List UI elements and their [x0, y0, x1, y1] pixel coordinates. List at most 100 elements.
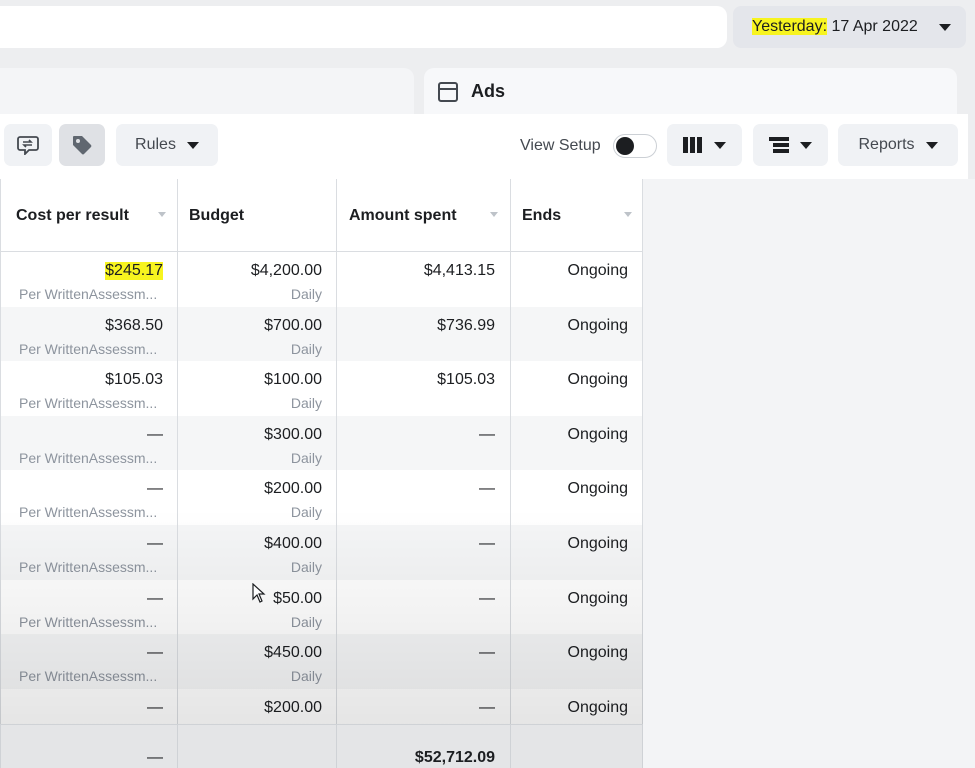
- tab-campaigns[interactable]: [0, 68, 414, 115]
- amount-spent-cell: —: [337, 524, 511, 580]
- cost-per-result-cell: — Per WrittenAssessm...: [0, 634, 178, 689]
- ends-value: Ongoing: [567, 262, 629, 279]
- amount-spent-cell: $4,413.15: [337, 252, 511, 307]
- column-header-label: Budget: [189, 207, 245, 224]
- date-value: 17 Apr 2022: [827, 18, 918, 35]
- amount-spent-cell: —: [337, 579, 511, 635]
- table-row[interactable]: $105.03 Per WrittenAssessm... $100.00 Dail…: [0, 361, 643, 416]
- total-amount-spent-cell: $52,712.09: [337, 725, 511, 768]
- budget-type-label: Daily: [290, 558, 322, 575]
- amount-spent-value: $4,413.15: [423, 262, 495, 279]
- cost-per-result-cell: $368.50 Per WrittenAssessm...: [0, 306, 178, 362]
- ends-value: Ongoing: [567, 371, 629, 389]
- cost-per-result-cell: $245.17 Per WrittenAssessm...: [0, 252, 178, 307]
- budget-cell: $200.00 Daily: [178, 470, 337, 525]
- budget-type-label: Daily: [290, 668, 322, 685]
- cost-per-result-cell: — Per WrittenAssessm...: [0, 470, 178, 525]
- table-row[interactable]: — Per WrittenAssessm... $300.00 Daily — On…: [0, 415, 643, 471]
- amount-spent-cell: —: [337, 415, 511, 471]
- budget-value: $100.00: [264, 371, 322, 389]
- rules-button-label: Rules: [135, 136, 176, 153]
- budget-type-label: Daily: [290, 449, 322, 466]
- budget-type-label: Daily: [290, 395, 322, 412]
- amount-spent-value: $105.03: [437, 371, 495, 389]
- ends-cell: Ongoing: [511, 470, 643, 525]
- ends-value: Ongoing: [567, 644, 629, 662]
- reports-button[interactable]: Reports: [838, 124, 958, 166]
- ab-test-button[interactable]: [4, 124, 52, 166]
- ends-cell: Ongoing: [511, 524, 643, 580]
- result-type-label: Per WrittenAssessm...: [19, 340, 158, 357]
- ends-value: Ongoing: [567, 425, 629, 443]
- tags-button[interactable]: [59, 124, 105, 166]
- budget-cell: $300.00 Daily: [178, 415, 337, 471]
- ends-value: Ongoing: [567, 698, 629, 716]
- tab-ads[interactable]: Ads: [424, 68, 957, 115]
- column-header-budget[interactable]: Budget: [178, 179, 337, 251]
- table-row[interactable]: $245.17 Per WrittenAssessm... $4,200.00 Da…: [0, 252, 643, 307]
- amount-spent-value: $736.99: [437, 316, 495, 334]
- amount-spent-value: —: [479, 480, 495, 498]
- budget-value: $450.00: [264, 644, 322, 662]
- table-row[interactable]: $368.50 Per WrittenAssessm... $700.00 Dail…: [0, 306, 643, 362]
- breakdown-button[interactable]: [753, 124, 828, 166]
- ends-cell: Ongoing: [511, 634, 643, 689]
- budget-cell: $700.00 Daily: [178, 306, 337, 362]
- ends-cell: Ongoing: [511, 252, 643, 307]
- view-setup-label: View Setup: [520, 137, 601, 154]
- date-range-picker[interactable]: Yesterday: 17 Apr 2022: [733, 6, 966, 48]
- cost-per-result-value: —: [147, 698, 163, 716]
- amount-spent-cell: —: [337, 470, 511, 525]
- column-header-ends[interactable]: Ends: [511, 179, 643, 251]
- chevron-down-icon: [714, 141, 726, 149]
- budget-cell: $450.00 Daily: [178, 634, 337, 689]
- budget-value: $200.00: [264, 698, 322, 716]
- sort-icon: [624, 212, 632, 217]
- budget-value: $400.00: [264, 534, 322, 552]
- result-type-label: Per WrittenAssessm...: [19, 449, 158, 466]
- table-row[interactable]: — Per WrittenAssessm... $450.00 Daily — On…: [0, 634, 643, 689]
- ad-window-icon: [438, 81, 458, 102]
- ends-value: Ongoing: [567, 316, 629, 334]
- cost-per-result-cell: — Per WrittenAssessm...: [0, 524, 178, 580]
- total-budget-cell: [178, 725, 337, 768]
- result-type-label: Per WrittenAssessm...: [19, 668, 158, 685]
- date-range-label: Yesterday: 17 Apr 2022: [752, 18, 918, 36]
- toggle-knob: [616, 137, 634, 155]
- chevron-down-icon: [939, 24, 951, 31]
- table-row[interactable]: — Per WrittenAssessm... $50.00 Daily — Ong…: [0, 579, 643, 635]
- ab-test-icon: [17, 136, 39, 155]
- columns-button[interactable]: [667, 124, 742, 166]
- amount-spent-value: —: [479, 698, 495, 716]
- amount-spent-value: —: [479, 534, 495, 552]
- table-header: Cost per result Budget Amount spent Ends: [0, 179, 643, 252]
- result-type-label: Per WrittenAssessm...: [19, 504, 158, 521]
- view-setup-toggle[interactable]: [613, 134, 657, 158]
- amount-spent-value: —: [479, 644, 495, 662]
- sort-icon: [490, 212, 498, 217]
- budget-type-label: Daily: [290, 340, 322, 357]
- rules-button[interactable]: Rules: [116, 124, 218, 166]
- column-header-amount-spent[interactable]: Amount spent: [337, 179, 511, 251]
- ends-cell: Ongoing: [511, 361, 643, 416]
- total-cost-per-result-cell: —: [0, 725, 178, 768]
- total-amount-spent-value: $52,712.09: [414, 749, 495, 766]
- cost-per-result-value: —: [147, 480, 163, 498]
- budget-cell: $100.00 Daily: [178, 361, 337, 416]
- reports-button-label: Reports: [858, 136, 915, 153]
- result-type-label: Per WrittenAssessm...: [19, 613, 158, 630]
- cost-per-result-value: $105.03: [105, 371, 163, 389]
- search-bar[interactable]: [0, 6, 727, 48]
- total-ends-cell: [511, 725, 643, 768]
- table-totals-row: — $52,712.09: [0, 724, 643, 768]
- result-type-label: Per WrittenAssessm...: [19, 558, 158, 575]
- amount-spent-value: —: [479, 425, 495, 443]
- result-type-label: Per WrittenAssessm...: [19, 286, 158, 302]
- budget-type-label: Daily: [290, 613, 322, 630]
- breakdown-icon: [769, 137, 789, 153]
- chevron-down-icon: [925, 141, 938, 149]
- table-row[interactable]: — Per WrittenAssessm... $200.00 Daily — On…: [0, 470, 643, 525]
- amount-spent-value: —: [479, 589, 495, 607]
- column-header-cost-per-result[interactable]: Cost per result: [0, 179, 178, 251]
- table-row[interactable]: — Per WrittenAssessm... $400.00 Daily — On…: [0, 524, 643, 580]
